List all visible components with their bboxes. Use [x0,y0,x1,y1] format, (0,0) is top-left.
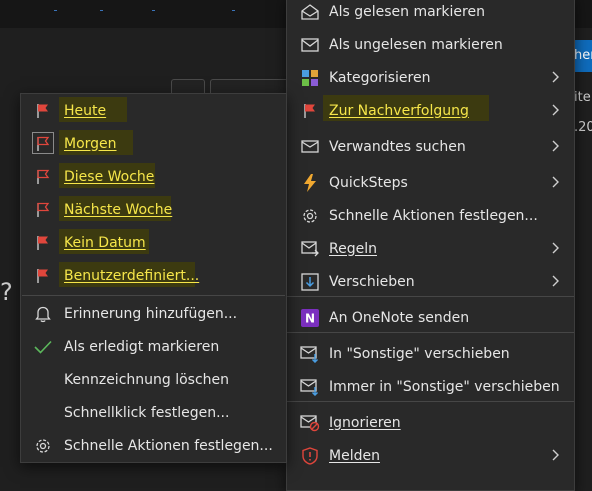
chevron-right-icon [552,140,559,152]
shield-report-icon [300,446,320,466]
menu-item-label: QuickSteps [329,174,408,191]
header-fragment: ite [574,90,591,105]
submenu-item-label: Morgen [64,135,117,152]
chevron-right-icon [552,242,559,254]
chevron-right-icon [552,275,559,287]
primary-button-fragment[interactable]: her [572,40,592,72]
menu-item-label: Als gelesen markieren [329,3,485,20]
submenu-item-label: Kein Datum [64,234,146,251]
bg-dash [152,10,155,11]
red-flag-icon [33,134,53,154]
submenu-item-label: Benutzerdefiniert... [64,267,200,284]
submenu-item-label: Schnellklick festlegen... [64,404,230,421]
bg-dash [100,10,103,11]
chevron-right-icon [552,449,559,461]
submenu-item-erledigt[interactable]: Als erledigt markieren [21,330,286,363]
menu-item-label: Als ungelesen markieren [329,36,503,53]
submenu-item-naechste-woche[interactable]: Nächste Woche [21,193,286,226]
red-flag-icon [300,101,320,121]
follow-up-submenu: Heute Morgen Diese Woche Nächste Woche K… [20,93,287,463]
menu-item-label: Kategorisieren [329,69,431,86]
bg-dash [232,10,235,11]
envelope-search-icon [300,137,320,157]
red-flag-icon [33,266,53,286]
svg-text:N: N [305,311,315,325]
submenu-item-label: Als erledigt markieren [64,338,220,355]
category-grid-icon [300,68,320,88]
context-menu: Als gelesen markieren Als ungelesen mark… [286,0,575,491]
menu-item-label: Immer in "Sonstige" verschieben [329,378,560,395]
move-icon [300,272,320,292]
menu-item-label: Zur Nachverfolgung [329,102,469,119]
lightning-icon [300,173,320,193]
submenu-item-benutzerdefiniert[interactable]: Benutzerdefiniert... [21,259,286,292]
submenu-item-label: Heute [64,102,107,119]
menu-item-label: Schnelle Aktionen festlegen... [329,207,538,224]
envelope-open-icon [300,2,320,22]
submenu-item-label: Erinnerung hinzufügen... [64,305,238,322]
menu-item-als-gelesen-markieren[interactable]: Als gelesen markieren [287,0,574,28]
menu-item-verschieben[interactable]: Verschieben [287,265,574,298]
bell-icon [33,304,53,324]
chevron-right-icon [552,176,559,188]
ignore-icon [300,413,320,433]
menu-item-label: In "Sonstige" verschieben [329,345,510,362]
red-flag-icon [33,200,53,220]
submenu-item-diese-woche[interactable]: Diese Woche [21,160,286,193]
submenu-item-heute[interactable]: Heute [21,94,286,127]
submenu-item-label: Schnelle Aktionen festlegen... [64,437,273,454]
menu-item-verwandtes-suchen[interactable]: Verwandtes suchen [287,130,574,163]
submenu-item-kein-datum[interactable]: Kein Datum [21,226,286,259]
menu-item-zur-nachverfolgung[interactable]: Zur Nachverfolgung [287,94,574,127]
menu-item-schnelle-aktionen[interactable]: Schnelle Aktionen festlegen... [287,199,574,232]
bg-glyph: ? [0,278,13,306]
menu-item-kategorisieren[interactable]: Kategorisieren [287,61,574,94]
submenu-item-morgen[interactable]: Morgen [21,127,286,160]
submenu-item-kennzeichnung-loeschen[interactable]: Kennzeichnung löschen [21,363,286,396]
menu-item-regeln[interactable]: Regeln [287,232,574,265]
gear-icon [33,436,53,456]
submenu-item-erinnerung[interactable]: Erinnerung hinzufügen... [21,297,286,330]
menu-item-an-onenote-senden[interactable]: N An OneNote senden [287,301,574,334]
red-flag-icon [33,167,53,187]
chevron-right-icon [552,71,559,83]
menu-item-ignorieren[interactable]: Ignorieren [287,406,574,439]
red-flag-icon [33,101,53,121]
submenu-item-schnellklick[interactable]: Schnellklick festlegen... [21,396,286,429]
menu-item-quicksteps[interactable]: QuickSteps [287,166,574,199]
menu-separator [287,296,574,297]
menu-item-label: Melden [329,447,380,464]
menu-separator [287,332,574,333]
submenu-item-label: Nächste Woche [64,201,173,218]
submenu-item-label: Kennzeichnung löschen [64,371,230,388]
onenote-icon: N [300,308,320,328]
envelope-arrow-icon [300,344,320,364]
chevron-right-icon [552,104,559,116]
date-fragment: .20 [574,120,592,135]
bg-dash [54,10,57,11]
menu-item-als-ungelesen-markieren[interactable]: Als ungelesen markieren [287,28,574,61]
checkmark-icon [33,337,53,357]
submenu-item-schnelle-aktionen[interactable]: Schnelle Aktionen festlegen... [21,429,286,462]
envelope-arrow-icon [300,377,320,397]
menu-item-label: Regeln [329,240,377,257]
menu-item-label: Verschieben [329,273,415,290]
menu-separator [287,401,574,402]
submenu-item-label: Diese Woche [64,168,155,185]
menu-item-in-sonstige-verschieben[interactable]: In "Sonstige" verschieben [287,337,574,370]
menu-item-melden[interactable]: Melden [287,439,574,472]
menu-item-label: Verwandtes suchen [329,138,466,155]
rules-icon [300,239,320,259]
gear-icon [300,206,320,226]
menu-item-label: An OneNote senden [329,309,470,326]
menu-item-immer-in-sonstige-verschieben[interactable]: Immer in "Sonstige" verschieben [287,370,574,403]
menu-separator [22,295,285,296]
menu-item-label: Ignorieren [329,414,401,431]
red-flag-icon [33,233,53,253]
envelope-icon [300,35,320,55]
